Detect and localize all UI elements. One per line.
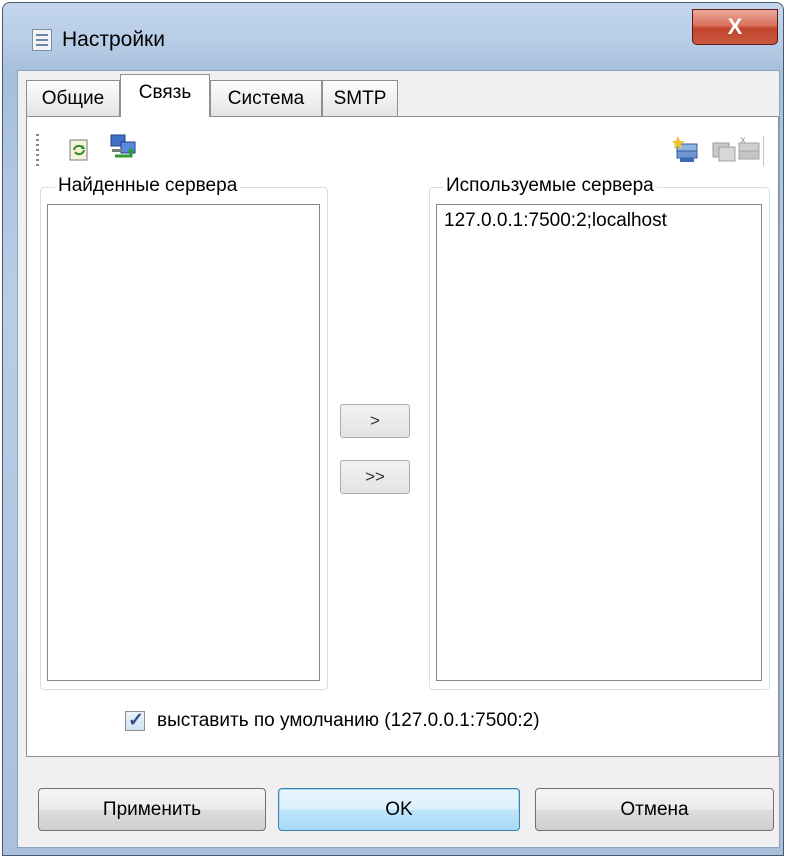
tab-connection[interactable]: Связь	[120, 74, 210, 117]
ok-button[interactable]: OK	[278, 788, 520, 831]
cancel-button[interactable]: Отмена	[535, 788, 774, 831]
default-checkbox[interactable]: ✓	[125, 710, 145, 731]
list-item[interactable]: 127.0.0.1:7500:2;localhost	[444, 210, 667, 232]
move-one-button[interactable]: >	[340, 404, 410, 438]
tab-system[interactable]: Система	[210, 80, 322, 116]
copy-server-icon[interactable]	[710, 137, 736, 163]
tab-general[interactable]: Общие	[26, 80, 120, 116]
close-button[interactable]: X	[692, 9, 778, 45]
tab-smtp[interactable]: SMTP	[322, 80, 398, 116]
window-title: Настройки	[62, 28, 165, 51]
delete-server-icon[interactable]: x	[736, 134, 762, 160]
toolbar-separator	[763, 136, 764, 166]
move-all-button[interactable]: >>	[340, 460, 410, 494]
toolbar-grip[interactable]	[36, 134, 39, 167]
close-icon: X	[727, 14, 743, 39]
apply-button[interactable]: Применить	[38, 788, 266, 831]
default-checkbox-label[interactable]: выставить по умолчанию (127.0.0.1:7500:2…	[157, 710, 540, 732]
settings-list-icon	[32, 29, 52, 51]
add-server-icon[interactable]	[672, 135, 698, 162]
found-servers-label: Найденные сервера	[55, 175, 241, 197]
refresh-icon[interactable]	[66, 137, 92, 163]
used-servers-list[interactable]	[436, 204, 762, 681]
network-computers-icon[interactable]	[109, 133, 136, 159]
used-servers-label: Используемые сервера	[443, 175, 657, 197]
found-servers-list[interactable]	[47, 204, 320, 681]
checkmark-icon: ✓	[128, 710, 144, 731]
